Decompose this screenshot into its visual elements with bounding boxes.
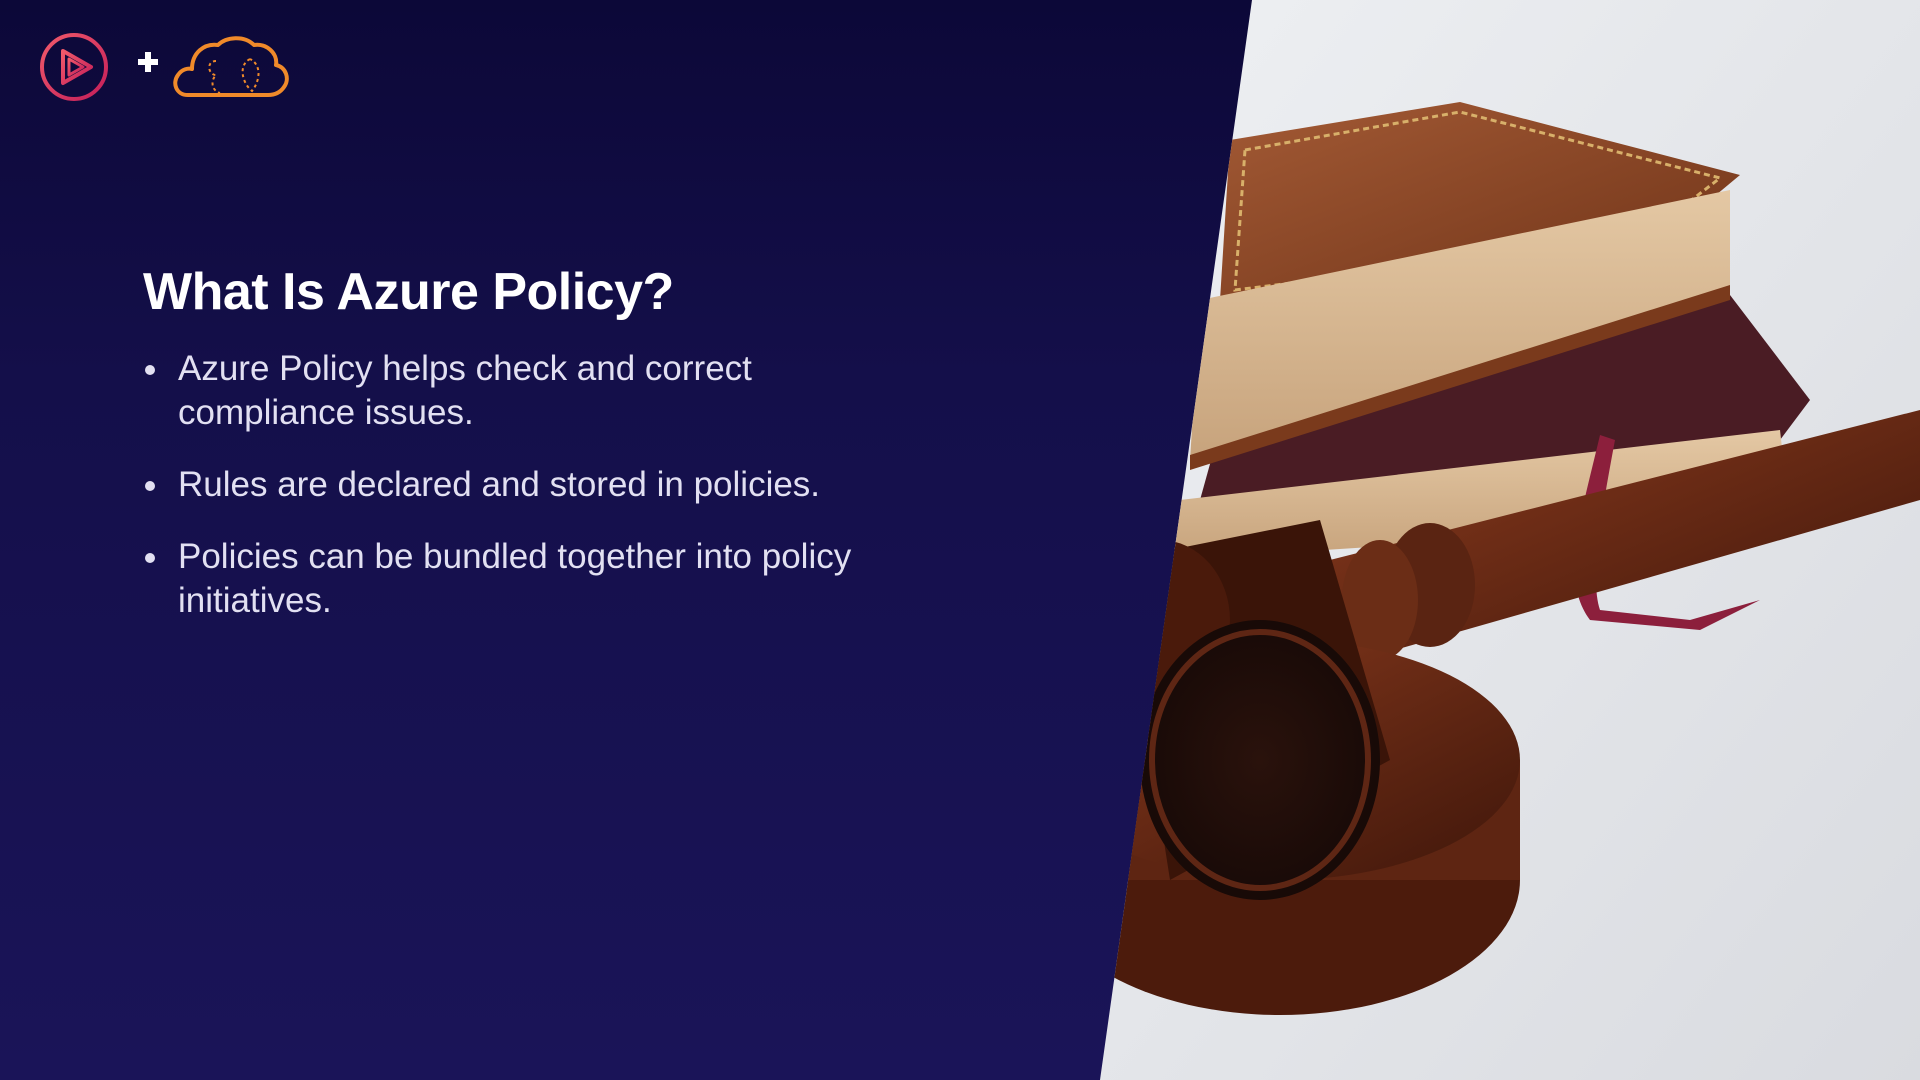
cloud-logo-icon xyxy=(173,36,289,97)
bullet-text: Policies can be bundled together into po… xyxy=(178,537,852,620)
bullet-item: Rules are declared and stored in policie… xyxy=(143,463,933,507)
bullet-item: Azure Policy helps check and correct com… xyxy=(143,347,933,435)
slide: What Is Azure Policy? Azure Policy helps… xyxy=(0,0,1920,1080)
slide-title: What Is Azure Policy? xyxy=(143,263,674,321)
bullet-list: Azure Policy helps check and correct com… xyxy=(143,347,933,651)
bullet-text: Azure Policy helps check and correct com… xyxy=(178,349,752,432)
play-logo-icon xyxy=(40,33,108,101)
plus-icon xyxy=(138,52,158,72)
bullet-dot xyxy=(145,553,155,563)
bullet-dot xyxy=(145,365,155,375)
logo-row xyxy=(38,32,292,102)
bullet-item: Policies can be bundled together into po… xyxy=(143,535,933,623)
bullet-dot xyxy=(145,481,155,491)
bullet-text: Rules are declared and stored in policie… xyxy=(178,465,821,504)
